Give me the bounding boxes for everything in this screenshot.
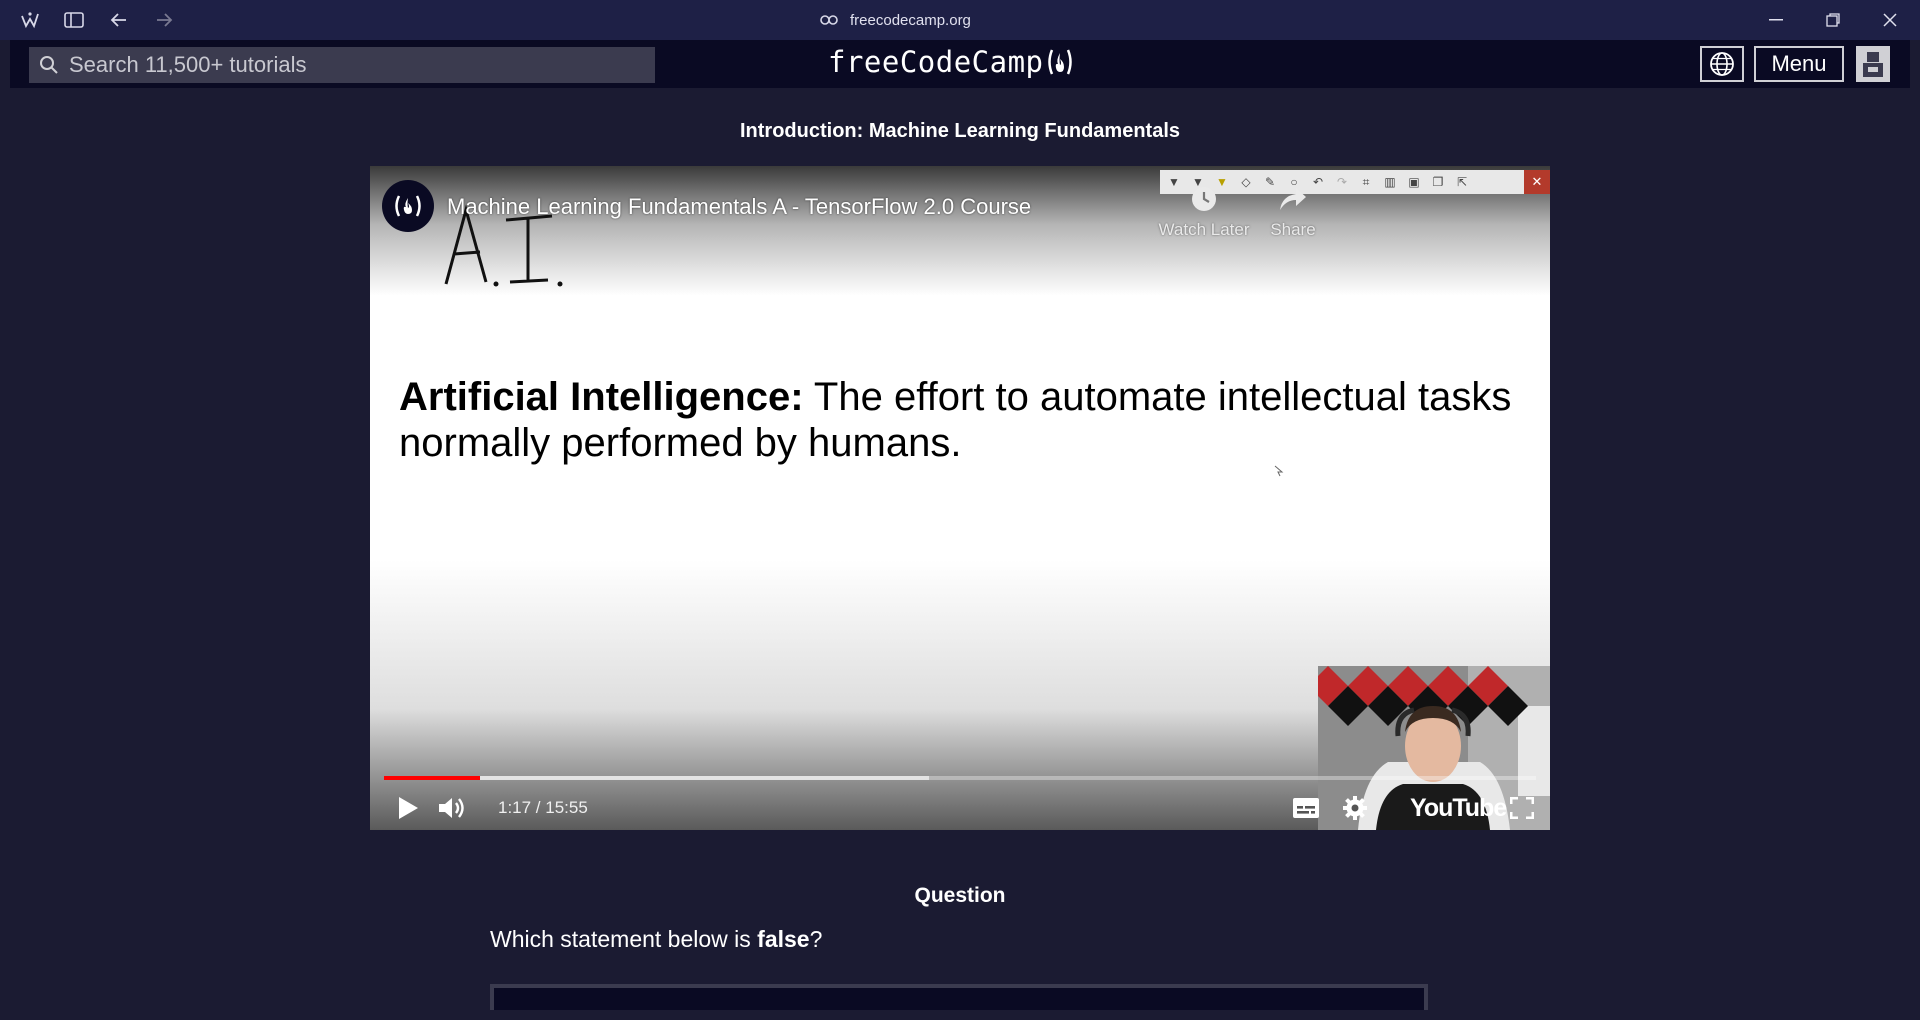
minimize-icon[interactable] (1762, 6, 1790, 34)
youtube-logo[interactable]: YouTube (1410, 794, 1507, 823)
video-player[interactable]: Machine Learning Fundamentals A - Tensor… (370, 166, 1550, 830)
question-prefix: Which statement below is (490, 926, 758, 952)
sidebar-toggle-icon[interactable] (62, 8, 86, 32)
menu-button[interactable]: Menu (1754, 46, 1844, 82)
video-time: 1:17 / 15:55 (498, 798, 588, 817)
answer-option[interactable] (490, 984, 1428, 1010)
share-icon (1280, 188, 1306, 210)
question-emphasis: false (757, 926, 810, 952)
share-label: Share (1270, 220, 1316, 239)
subtitles-icon (1293, 798, 1319, 818)
video-progress-bar[interactable] (384, 776, 1536, 780)
play-icon (399, 797, 418, 819)
watch-later-button[interactable]: Watch Later (1154, 184, 1254, 240)
question-text: Which statement below is false? (490, 926, 822, 953)
fcc-flame-icon (395, 195, 421, 217)
copy-icon[interactable]: ❐ (1430, 174, 1446, 190)
browser-logo-icon[interactable] (18, 8, 42, 32)
user-avatar[interactable] (1856, 46, 1890, 82)
language-button[interactable] (1700, 46, 1744, 82)
channel-logo[interactable] (382, 180, 434, 232)
fullscreen-button[interactable] (1504, 788, 1540, 828)
close-window-icon[interactable] (1876, 6, 1904, 34)
globe-icon (1710, 52, 1734, 76)
site-logo[interactable]: freeCodeCamp (828, 45, 1074, 79)
back-icon[interactable] (107, 8, 131, 32)
restore-icon[interactable] (1819, 6, 1847, 34)
site-header: freeCodeCamp Menu (10, 40, 1910, 88)
url-text: freecodecamp.org (850, 11, 971, 29)
forward-icon[interactable] (152, 8, 176, 32)
save-icon[interactable]: ▣ (1406, 174, 1422, 190)
mouse-cursor-icon (1274, 464, 1284, 482)
logo-text: freeCodeCamp (828, 45, 1044, 79)
volume-button[interactable] (432, 788, 472, 828)
search-bar[interactable] (29, 47, 655, 83)
gear-icon (1343, 796, 1367, 820)
search-icon (29, 55, 69, 75)
export-icon[interactable]: ⇱ (1454, 174, 1470, 190)
address-bar[interactable]: freecodecamp.org (820, 8, 971, 32)
browser-title-bar: freecodecamp.org (0, 0, 1920, 40)
video-title[interactable]: Machine Learning Fundamentals A - Tensor… (447, 194, 1031, 220)
toolbar-close-icon[interactable]: ✕ (1524, 170, 1550, 194)
page-content: freeCodeCamp Menu Introduction: Machine … (10, 40, 1910, 1010)
question-suffix: ? (809, 926, 823, 952)
crop-icon[interactable]: ⌗ (1358, 174, 1374, 190)
logo-flame-icon (1046, 47, 1074, 77)
trash-icon[interactable]: ▥ (1382, 174, 1398, 190)
search-input[interactable] (69, 52, 629, 78)
slide-definition: Artificial Intelligence: The effort to a… (399, 374, 1549, 466)
captions-button[interactable] (1288, 788, 1324, 828)
share-button[interactable]: Share (1243, 184, 1343, 240)
settings-button[interactable] (1336, 788, 1374, 828)
link-icon (820, 15, 838, 25)
clock-icon (1192, 187, 1216, 211)
volume-icon (439, 798, 464, 818)
progress-played (384, 776, 480, 780)
fullscreen-icon (1510, 797, 1534, 819)
question-heading: Question (914, 884, 1006, 907)
watch-later-label: Watch Later (1158, 220, 1250, 239)
slide-term: Artificial Intelligence: (399, 375, 804, 419)
lesson-title: Introduction: Machine Learning Fundament… (739, 120, 1181, 142)
play-button[interactable] (390, 788, 426, 828)
avatar-icon (1863, 52, 1883, 77)
